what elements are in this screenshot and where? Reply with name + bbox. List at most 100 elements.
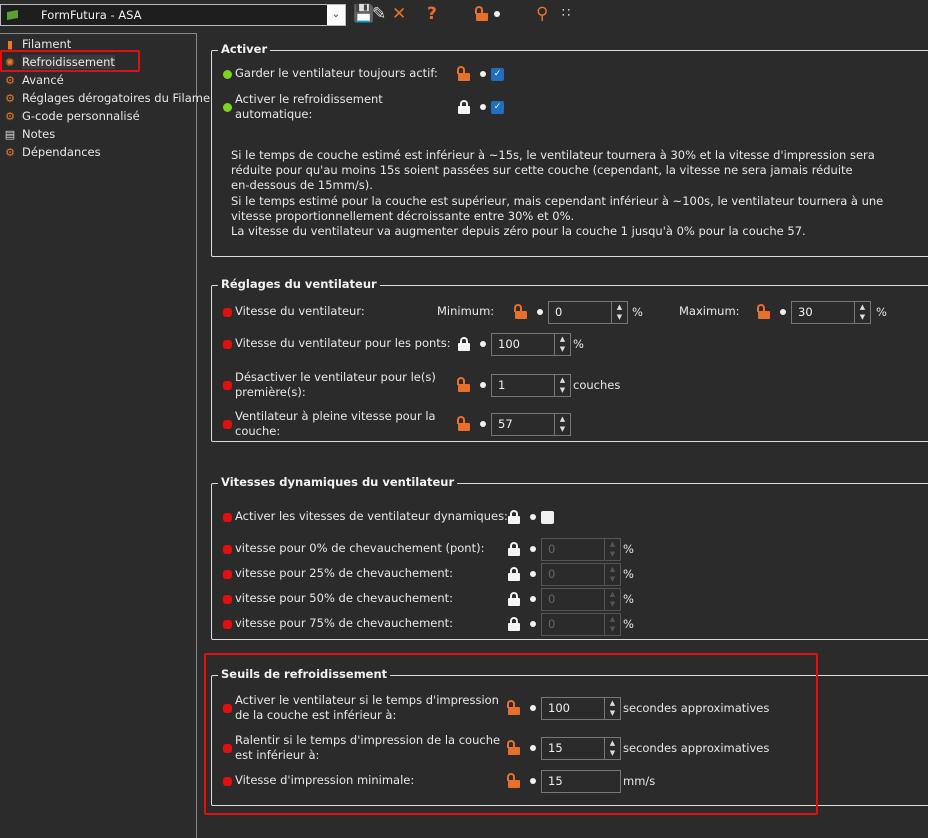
status-dot xyxy=(223,103,232,112)
delete-icon[interactable]: ✕ xyxy=(392,3,406,25)
lock-body xyxy=(508,548,520,556)
lock-body xyxy=(508,573,520,581)
sidebar-item-label: G-code personnalisé xyxy=(22,109,140,123)
value-input[interactable]: 30 xyxy=(791,301,855,324)
unit-label: % xyxy=(876,305,887,319)
lock-closed-icon[interactable] xyxy=(508,542,520,556)
sidebar-item-avanc-[interactable]: ⚙ Avancé xyxy=(3,71,64,89)
sidebar-item-notes[interactable]: ▤ Notes xyxy=(3,125,55,143)
sidebar-item-r-glages-d-rogatoires-du-filame[interactable]: ⚙ Réglages dérogatoires du Filame xyxy=(3,89,210,107)
value-input: 0 xyxy=(541,613,605,636)
lock-body xyxy=(458,384,470,392)
dot-icon xyxy=(494,11,500,17)
dot-icon xyxy=(780,309,786,315)
compare-icon[interactable]: ∷ xyxy=(562,3,570,25)
unit-label: % xyxy=(623,567,634,581)
spin-arrows-icon[interactable]: ▲ ▼ xyxy=(555,413,571,436)
value-input: 0 xyxy=(541,538,605,561)
status-dot xyxy=(223,381,232,390)
lock-body xyxy=(458,343,470,351)
checkbox[interactable]: ✓ xyxy=(491,101,504,114)
setting-label: Vitesse du ventilateur pour les ponts: xyxy=(235,336,451,350)
setting-label: vitesse pour 25% de chevauchement: xyxy=(235,566,454,580)
lock-closed-icon[interactable] xyxy=(458,337,470,351)
lock-closed-icon[interactable] xyxy=(508,510,520,524)
highlight-box xyxy=(204,653,818,815)
lock-closed-icon[interactable] xyxy=(508,617,520,631)
setting-label: Activer les vitesses de ventilateur dyna… xyxy=(235,509,508,523)
setting-label: Ventilateur à pleine vitesse pour la cou… xyxy=(235,409,436,438)
lock-closed-icon[interactable] xyxy=(508,567,520,581)
value-input[interactable]: 1 xyxy=(491,374,555,397)
checkbox[interactable]: ✓ xyxy=(491,68,504,81)
sidebar-item-d-pendances[interactable]: ⚙ Dépendances xyxy=(3,143,101,161)
sidebar-item-g-code-personnalis-[interactable]: ⚙ G-code personnalisé xyxy=(3,107,140,125)
dot-icon xyxy=(530,596,536,602)
lock-body xyxy=(508,598,520,606)
dot-icon xyxy=(480,341,486,347)
chevron-down-icon[interactable]: ⌄ xyxy=(327,5,345,25)
selection-highlight xyxy=(0,50,140,72)
lock-open-icon[interactable] xyxy=(514,304,527,319)
sidebar-item-label: Notes xyxy=(22,127,56,141)
spin-arrows-icon[interactable]: ▲ ▼ xyxy=(555,333,571,356)
lock-open-icon[interactable] xyxy=(475,6,488,21)
search-icon[interactable]: ⚲ xyxy=(536,3,548,25)
unit-label: % xyxy=(632,305,643,319)
status-dot xyxy=(223,308,232,317)
gears-icon: ⚙ xyxy=(5,145,15,159)
lock-body xyxy=(458,423,470,431)
checkbox[interactable] xyxy=(541,511,554,524)
dot-icon xyxy=(530,571,536,577)
value-input[interactable]: 57 xyxy=(491,413,555,436)
lock-closed-icon[interactable] xyxy=(508,592,520,606)
sub-label: Maximum: xyxy=(679,304,740,318)
dot-icon xyxy=(480,104,486,110)
gears-icon: ⚙ xyxy=(5,91,15,105)
unit-label: couches xyxy=(573,378,621,392)
sub-label: Minimum: xyxy=(437,304,495,318)
status-dot xyxy=(223,620,232,629)
status-dot xyxy=(223,513,232,522)
spin-arrows-icon[interactable]: ▲ ▼ xyxy=(612,301,628,324)
lock-open-icon[interactable] xyxy=(457,416,470,431)
filament-flag-icon xyxy=(7,10,18,20)
spin-arrows-icon: ▲ ▼ xyxy=(605,563,621,586)
save-icon[interactable]: 💾 xyxy=(353,3,374,25)
group-title: Vitesses dynamiques du ventilateur xyxy=(218,475,458,489)
dot-icon xyxy=(530,621,536,627)
spin-arrows-icon: ▲ ▼ xyxy=(605,613,621,636)
lock-closed-icon[interactable] xyxy=(458,100,470,114)
lock-open-icon[interactable] xyxy=(457,377,470,392)
edit-icon[interactable]: ✎ xyxy=(372,3,386,25)
value-input[interactable]: 0 xyxy=(548,301,612,324)
sidebar-tree: ▮ Filament ✺ Refroidissement ⚙ Avancé ⚙ Réglage… xyxy=(0,33,210,838)
status-dot xyxy=(223,420,232,429)
spin-arrows-icon[interactable]: ▲ ▼ xyxy=(555,374,571,397)
setting-label: Garder le ventilateur toujours actif: xyxy=(235,66,438,80)
setting-label: Activer le refroidissement automatique: xyxy=(235,92,383,121)
help-icon[interactable]: ? xyxy=(427,3,437,25)
lock-body xyxy=(758,311,770,319)
gears-icon: ⚙ xyxy=(5,73,15,87)
value-input[interactable]: 100 xyxy=(491,333,555,356)
preset-combo[interactable]: FormFutura - ASA ⌄ xyxy=(0,4,346,26)
lock-open-icon[interactable] xyxy=(757,304,770,319)
spin-arrows-icon: ▲ ▼ xyxy=(605,538,621,561)
spin-arrows-icon: ▲ ▼ xyxy=(605,588,621,611)
sidebar-item-label: Dépendances xyxy=(22,145,101,159)
lock-body xyxy=(458,106,470,114)
description-text: Si le temps de couche estimé est inférie… xyxy=(231,148,884,239)
dot-icon xyxy=(530,546,536,552)
lock-open-icon[interactable] xyxy=(457,66,470,81)
group-title: Activer xyxy=(218,42,271,56)
setting-label: vitesse pour 75% de chevauchement: xyxy=(235,616,454,630)
unit-label: % xyxy=(623,542,634,556)
lock-body xyxy=(508,516,520,524)
notes-icon: ▤ xyxy=(4,127,16,141)
lock-body xyxy=(508,623,520,631)
sidebar-item-label: Avancé xyxy=(22,73,64,87)
lock-body xyxy=(515,311,527,319)
spin-arrows-icon[interactable]: ▲ ▼ xyxy=(855,301,871,324)
value-input: 0 xyxy=(541,563,605,586)
